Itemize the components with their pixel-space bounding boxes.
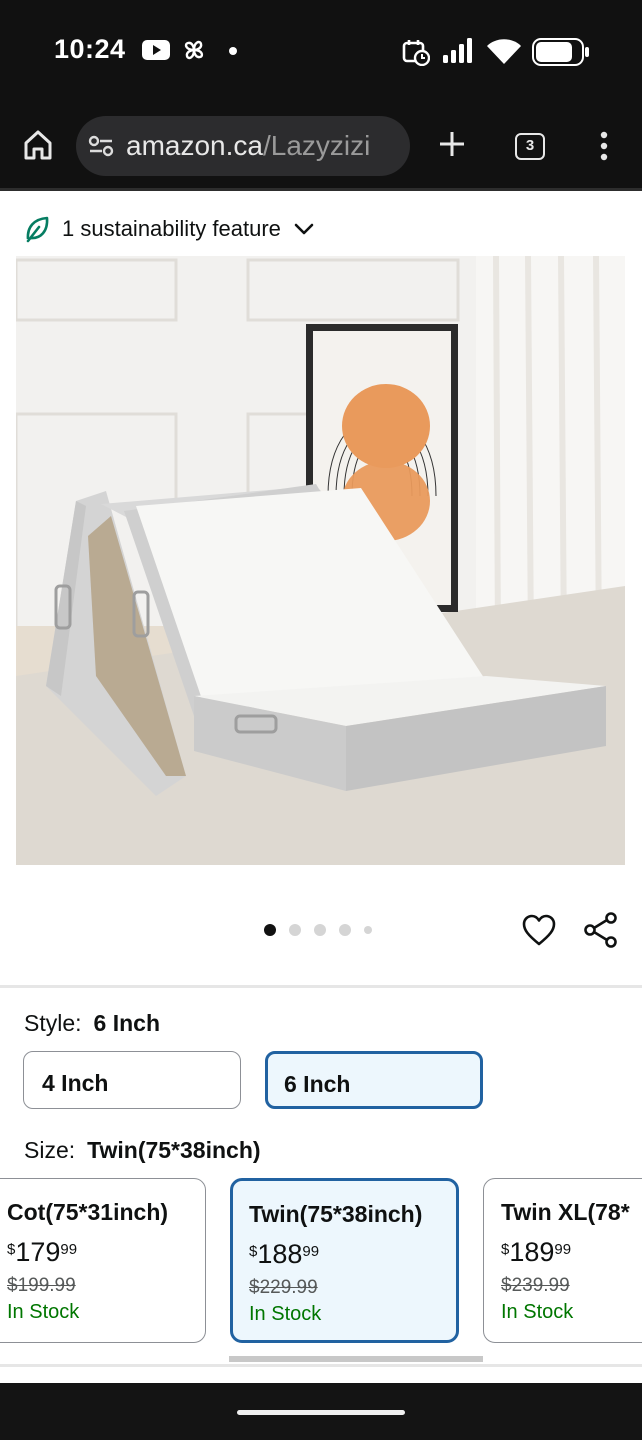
toolbar-divider — [0, 188, 642, 191]
size-option-list-price: $199.99 — [7, 1275, 76, 1296]
carousel-dot-5[interactable] — [364, 926, 372, 934]
carousel-dots[interactable] — [264, 924, 372, 936]
tab-switcher-button[interactable]: 3 — [515, 133, 545, 160]
more-menu-icon[interactable] — [598, 130, 610, 162]
calendar-clock-icon — [402, 40, 430, 66]
size-option-twin[interactable]: Twin(75*38inch) $18899 $229.99 In Stock — [230, 1178, 459, 1343]
signal-icon — [443, 38, 472, 63]
size-option-cot[interactable]: Cot(75*31inch) $17999 $199.99 In Stock — [0, 1178, 206, 1343]
sustainability-label: 1 sustainability feature — [62, 216, 281, 241]
battery-icon — [532, 38, 589, 66]
size-option-price: $18899 — [249, 1239, 320, 1269]
style-option-6-inch[interactable]: 6 Inch — [265, 1051, 483, 1109]
notification-dot-icon — [229, 47, 237, 55]
folding-mattress-photo — [16, 256, 625, 865]
pinwheel-icon — [184, 40, 204, 60]
horizontal-scrollbar[interactable] — [229, 1356, 483, 1362]
new-tab-icon[interactable] — [436, 128, 468, 160]
size-option-twin-xl[interactable]: Twin XL(78* $18999 $239.99 In Stock — [483, 1178, 642, 1343]
section-divider — [0, 985, 642, 988]
style-selected-value: 6 Inch — [93, 1010, 160, 1036]
status-bar: 10:24 — [0, 0, 642, 104]
style-option-4-inch[interactable]: 4 Inch — [23, 1051, 241, 1109]
size-option-name: Twin XL(78* — [501, 1199, 630, 1225]
size-option-price: $17999 — [7, 1237, 78, 1267]
site-settings-icon[interactable] — [88, 135, 114, 157]
url-domain: amazon.ca — [126, 130, 263, 161]
home-icon[interactable] — [22, 128, 54, 162]
size-label-text: Size: — [24, 1137, 76, 1163]
sustainability-toggle[interactable]: 1 sustainability feature — [24, 212, 315, 246]
size-label: Size: Twin(75*38inch) — [24, 1137, 261, 1164]
carousel-dot-2[interactable] — [289, 924, 301, 936]
size-selected-value: Twin(75*38inch) — [87, 1137, 261, 1163]
url-path: /Lazyzizi — [262, 130, 371, 161]
size-option-stock: In Stock — [249, 1303, 322, 1325]
status-time: 10:24 — [54, 34, 126, 64]
size-option-stock: In Stock — [501, 1301, 574, 1323]
wifi-icon — [487, 39, 521, 64]
carousel-dot-3[interactable] — [314, 924, 326, 936]
size-option-name: Twin(75*38inch) — [249, 1201, 423, 1227]
style-label: Style: 6 Inch — [24, 1010, 160, 1037]
carousel-dot-1[interactable] — [264, 924, 276, 936]
section-divider — [0, 1364, 642, 1367]
share-icon[interactable] — [584, 912, 618, 948]
gesture-handle[interactable] — [237, 1410, 405, 1415]
style-option-label: 6 Inch — [284, 1071, 351, 1097]
chevron-down-icon — [294, 223, 314, 235]
style-option-label: 4 Inch — [42, 1070, 109, 1096]
url-text[interactable]: amazon.ca/Lazyzizi — [126, 130, 370, 162]
address-bar[interactable]: amazon.ca/Lazyzizi — [76, 116, 410, 176]
style-label-text: Style: — [24, 1010, 82, 1036]
product-image[interactable] — [16, 256, 625, 865]
size-option-price: $18999 — [501, 1237, 572, 1267]
size-option-stock: In Stock — [7, 1301, 80, 1323]
size-option-list-price: $229.99 — [249, 1277, 318, 1298]
carousel-dot-4[interactable] — [339, 924, 351, 936]
size-option-name: Cot(75*31inch) — [7, 1199, 169, 1225]
size-option-list-price: $239.99 — [501, 1275, 570, 1296]
heart-icon[interactable] — [522, 914, 556, 948]
youtube-icon — [142, 40, 170, 60]
leaf-icon — [26, 216, 49, 243]
